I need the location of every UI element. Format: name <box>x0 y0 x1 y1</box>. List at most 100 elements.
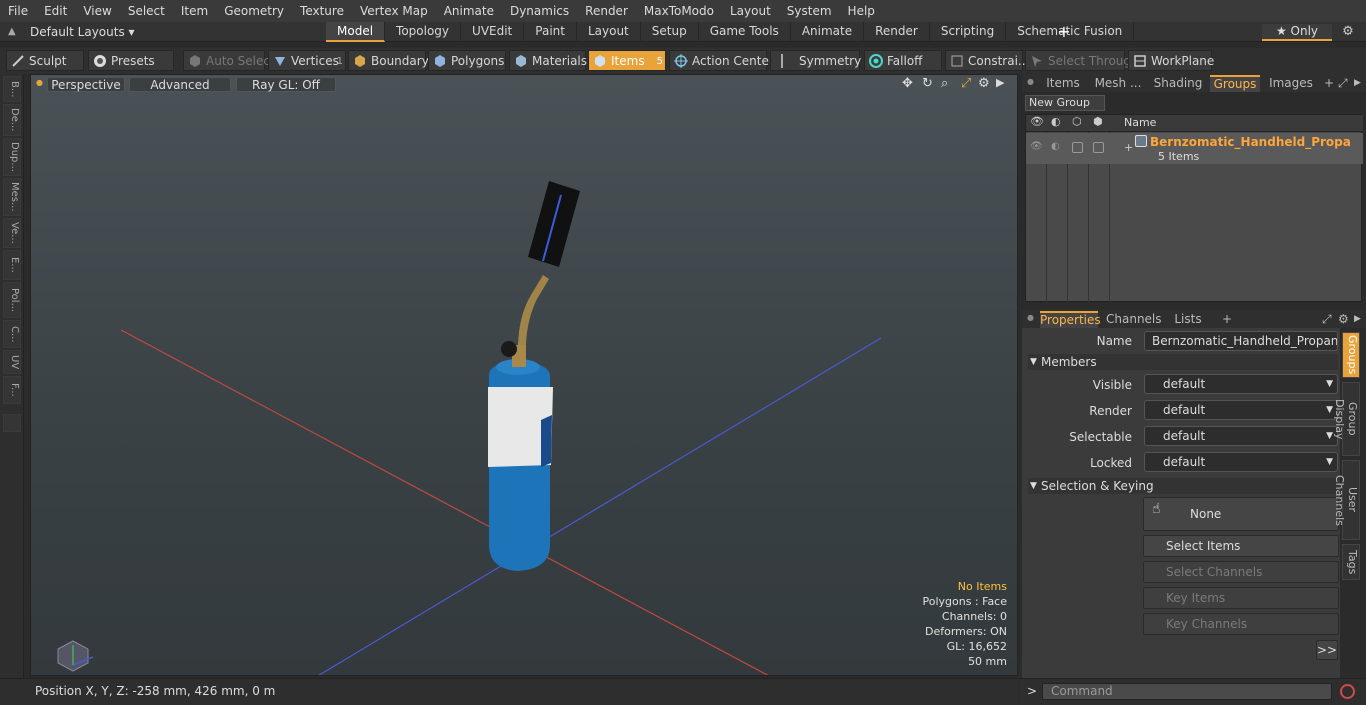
select-column-icon[interactable]: ⬡ <box>1072 115 1082 128</box>
zoom-view-icon[interactable]: ⌕ <box>941 76 948 91</box>
props-dot-icon[interactable]: ● <box>1027 313 1034 322</box>
strip-tab-deform[interactable]: De... <box>3 104 21 136</box>
tab-groups[interactable]: Groups <box>1210 75 1260 92</box>
expand-group-icon[interactable]: + <box>1124 141 1133 154</box>
viewport-arrow-icon[interactable]: ▶ <box>996 76 1004 89</box>
locked-dropdown[interactable]: default ▼ <box>1144 452 1338 472</box>
maximize-view-icon[interactable]: ⤢ <box>961 76 971 91</box>
tab-properties[interactable]: Properties <box>1040 311 1101 328</box>
pin-icon[interactable]: ▲ <box>8 25 22 39</box>
materials-button[interactable]: Materials <box>509 50 587 71</box>
menu-vertex-map[interactable]: Vertex Map <box>352 0 436 22</box>
menu-geometry[interactable]: Geometry <box>216 0 292 22</box>
layout-dropdown[interactable]: Default Layouts ▾ <box>30 22 135 42</box>
strip-tab-uv[interactable]: UV <box>3 350 21 374</box>
menu-layout[interactable]: Layout <box>722 0 779 22</box>
expand-panel-icon[interactable]: ⤢ <box>1338 75 1350 92</box>
tab-items[interactable]: Items <box>1040 75 1086 92</box>
record-icon[interactable] <box>1340 684 1355 699</box>
row-select-checkbox[interactable] <box>1072 142 1083 153</box>
scene-canvas[interactable] <box>31 75 1018 676</box>
3d-viewport[interactable]: ● Perspective Advanced Ray GL: Off ✥ ↻ ⌕… <box>30 74 1018 676</box>
lock-column-icon[interactable]: ⬢ <box>1093 115 1103 128</box>
add-tab-button[interactable]: + <box>1057 22 1071 42</box>
menu-system[interactable]: System <box>779 0 840 22</box>
polygons-button[interactable]: Polygons <box>428 50 506 71</box>
menu-animate[interactable]: Animate <box>436 0 502 22</box>
menu-texture[interactable]: Texture <box>292 0 352 22</box>
workplane-button[interactable]: WorkPlane <box>1128 50 1214 71</box>
group-name-field[interactable]: Bernzomatic_Handheld_Propane_Blow <box>1144 331 1338 351</box>
strip-tab-mesh[interactable]: Mes... <box>3 178 21 216</box>
visible-dropdown[interactable]: default ▼ <box>1144 374 1338 394</box>
menu-view[interactable]: View <box>75 0 119 22</box>
tab-model[interactable]: Model <box>326 22 386 42</box>
gear-icon[interactable]: ⚙ <box>1340 24 1356 40</box>
tab-mesh[interactable]: Mesh ... <box>1092 75 1144 92</box>
members-section[interactable]: ▼ Members <box>1028 354 1338 370</box>
selectable-dropdown[interactable]: default ▼ <box>1144 426 1338 446</box>
name-column-header[interactable]: Name <box>1124 116 1156 129</box>
select-through-button[interactable]: Select Through <box>1025 50 1139 71</box>
group-name[interactable]: Bernzomatic_Handheld_Propan ... <box>1150 135 1350 149</box>
menu-help[interactable]: Help <box>840 0 883 22</box>
presets-button[interactable]: Presets <box>88 50 174 71</box>
render-column-icon[interactable]: ◐ <box>1051 115 1061 128</box>
add-props-tab-button[interactable]: + <box>1222 311 1234 328</box>
menu-edit[interactable]: Edit <box>36 0 75 22</box>
constraints-button[interactable]: Constrai... <box>945 50 1029 71</box>
tab-paint[interactable]: Paint <box>524 22 577 42</box>
select-items-button[interactable]: Select Items <box>1143 535 1339 557</box>
menu-select[interactable]: Select <box>120 0 173 22</box>
falloff-button[interactable]: Falloff <box>864 50 942 71</box>
row-lock-checkbox[interactable] <box>1093 142 1104 153</box>
tab-render[interactable]: Render <box>864 22 930 42</box>
visibility-column-icon[interactable]: 👁 <box>1030 115 1044 128</box>
raygl-button[interactable]: Ray GL: Off <box>236 77 336 92</box>
props-menu-icon[interactable]: ▶ <box>1354 311 1364 328</box>
group-row[interactable]: 👁 ◐ + Bernzomatic_Handheld_Propan ... 5 … <box>1026 133 1363 164</box>
props-gear-icon[interactable]: ⚙ <box>1338 311 1350 328</box>
action-center-button[interactable]: Action Center <box>669 50 774 71</box>
strip-tab-b[interactable]: B... <box>3 76 21 102</box>
menu-dynamics[interactable]: Dynamics <box>502 0 577 22</box>
viewport-gear-icon[interactable]: ⚙ <box>978 76 990 91</box>
tab-animate[interactable]: Animate <box>791 22 865 42</box>
perspective-button[interactable]: Perspective <box>47 77 125 92</box>
key-channels-button[interactable]: Key Channels <box>1143 613 1339 635</box>
tab-scripting[interactable]: Scripting <box>930 22 1007 42</box>
strip-tab-curve[interactable]: C... <box>3 320 21 348</box>
more-button[interactable]: >> <box>1316 640 1338 660</box>
vertices-button[interactable]: Vertices 1 <box>268 50 346 71</box>
strip-tab-vertex[interactable]: Ve... <box>3 218 21 248</box>
none-button[interactable]: ☝ None <box>1143 497 1339 531</box>
new-group-button[interactable]: New Group <box>1025 95 1105 111</box>
panel-menu-icon[interactable]: ▶ <box>1354 75 1364 92</box>
tab-lists[interactable]: Lists <box>1168 311 1208 328</box>
tab-setup[interactable]: Setup <box>641 22 699 42</box>
propane-torch-model[interactable] <box>488 181 580 571</box>
render-dropdown[interactable]: default ▼ <box>1144 400 1338 420</box>
strip-expand-button[interactable] <box>3 414 21 432</box>
strip-tab-fusion[interactable]: F... <box>3 376 21 404</box>
row-render-icon[interactable]: ◐ <box>1051 141 1060 152</box>
tab-channels[interactable]: Channels <box>1106 311 1162 328</box>
strip-tab-duplicate[interactable]: Dup... <box>3 138 21 176</box>
vtab-groups[interactable]: Groups <box>1342 332 1360 378</box>
row-visibility-icon[interactable]: 👁 <box>1030 141 1043 152</box>
strip-tab-polygon[interactable]: Pol... <box>3 282 21 318</box>
expand-props-icon[interactable]: ⤢ <box>1322 311 1334 328</box>
move-view-icon[interactable]: ✥ <box>902 76 913 91</box>
add-panel-tab-button[interactable]: + <box>1324 75 1336 92</box>
advanced-button[interactable]: Advanced <box>129 77 231 92</box>
key-items-button[interactable]: Key Items <box>1143 587 1339 609</box>
tab-game-tools[interactable]: Game Tools <box>699 22 791 42</box>
sculpt-button[interactable]: Sculpt <box>6 50 84 71</box>
auto-select-button[interactable]: Auto Select <box>183 50 275 71</box>
tab-images[interactable]: Images <box>1266 75 1316 92</box>
vtab-user-channels[interactable]: User Channels <box>1333 460 1360 540</box>
selection-keying-section[interactable]: ▼ Selection & Keying <box>1028 478 1338 494</box>
menu-render[interactable]: Render <box>577 0 636 22</box>
panel-dot-icon[interactable]: ● <box>1027 77 1034 86</box>
viewport-dot-icon[interactable]: ● <box>36 78 43 87</box>
